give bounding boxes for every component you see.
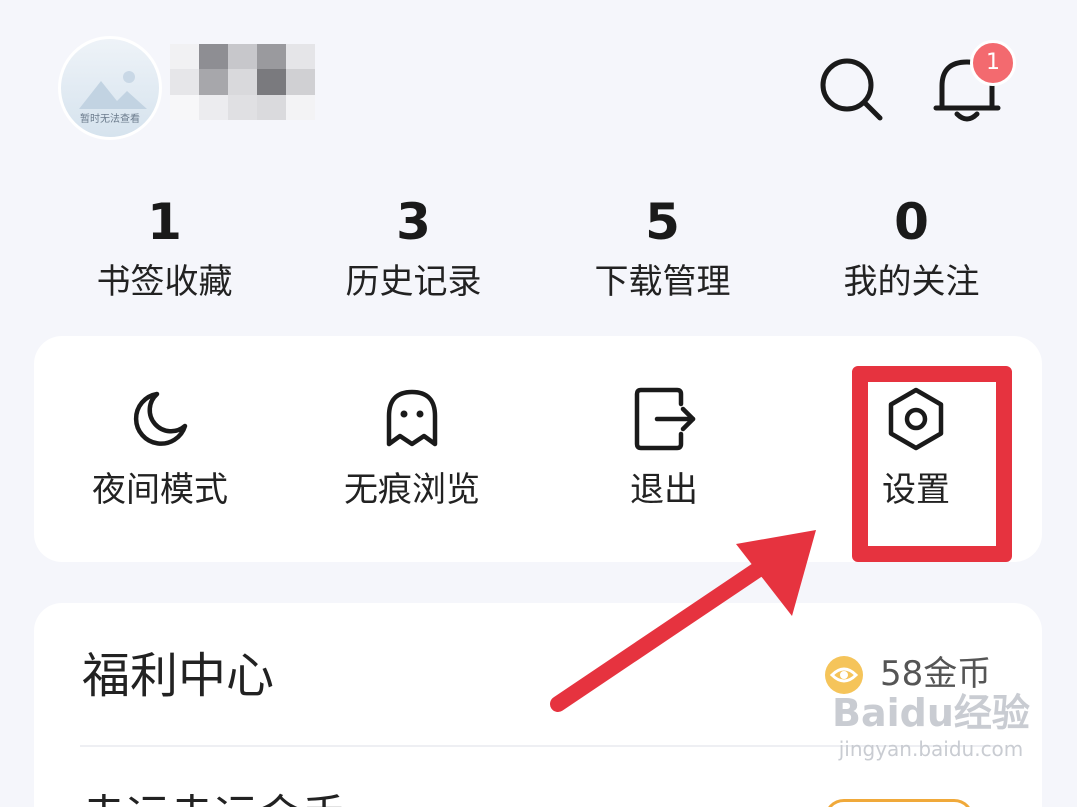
- watermark-url: jingyan.baidu.com: [838, 737, 1024, 761]
- stat-following[interactable]: 0 我的关注: [787, 190, 1036, 306]
- annotation-arrow: [550, 530, 816, 712]
- watermark-logo: Baidu经验: [832, 691, 1030, 735]
- logout-icon: [634, 387, 696, 451]
- action-label: 夜间模式: [92, 470, 228, 510]
- task-pill-button[interactable]: [824, 799, 974, 807]
- stat-downloads[interactable]: 5 下载管理: [538, 190, 787, 306]
- stat-count: 0: [894, 193, 929, 251]
- highlight-box: [852, 366, 1012, 562]
- stat-label: 我的关注: [843, 262, 980, 302]
- stats-row: 1 书签收藏 3 历史记录 5 下载管理 0 我的关注: [40, 190, 1036, 306]
- search-icon[interactable]: [818, 56, 884, 122]
- stat-label: 下载管理: [594, 262, 731, 302]
- moon-icon: [133, 391, 188, 446]
- notification-badge: 1: [970, 40, 1016, 86]
- action-label: 无痕浏览: [344, 470, 480, 510]
- avatar-caption: 暂时无法查看: [80, 114, 140, 125]
- incognito-button[interactable]: 无痕浏览: [286, 336, 538, 562]
- stat-count: 5: [645, 193, 680, 251]
- stat-label: 历史记录: [345, 262, 482, 302]
- welfare-title: 福利中心: [82, 648, 275, 704]
- night-mode-button[interactable]: 夜间模式: [34, 336, 286, 562]
- stat-count: 3: [396, 193, 431, 251]
- action-label: 退出: [630, 470, 698, 510]
- watermark: Baidu经验 jingyan.baidu.com: [826, 690, 1036, 762]
- stat-bookmarks[interactable]: 1 书签收藏: [40, 190, 289, 306]
- stat-count: 1: [147, 193, 182, 251]
- username-blurred: [170, 44, 315, 120]
- next-item-title: 幸运幸运金手: [82, 787, 346, 807]
- avatar[interactable]: 暂时无法查看: [58, 36, 162, 140]
- ghost-icon: [386, 389, 438, 447]
- stat-history[interactable]: 3 历史记录: [289, 190, 538, 306]
- image-placeholder-icon: [79, 71, 147, 109]
- stat-label: 书签收藏: [96, 262, 233, 302]
